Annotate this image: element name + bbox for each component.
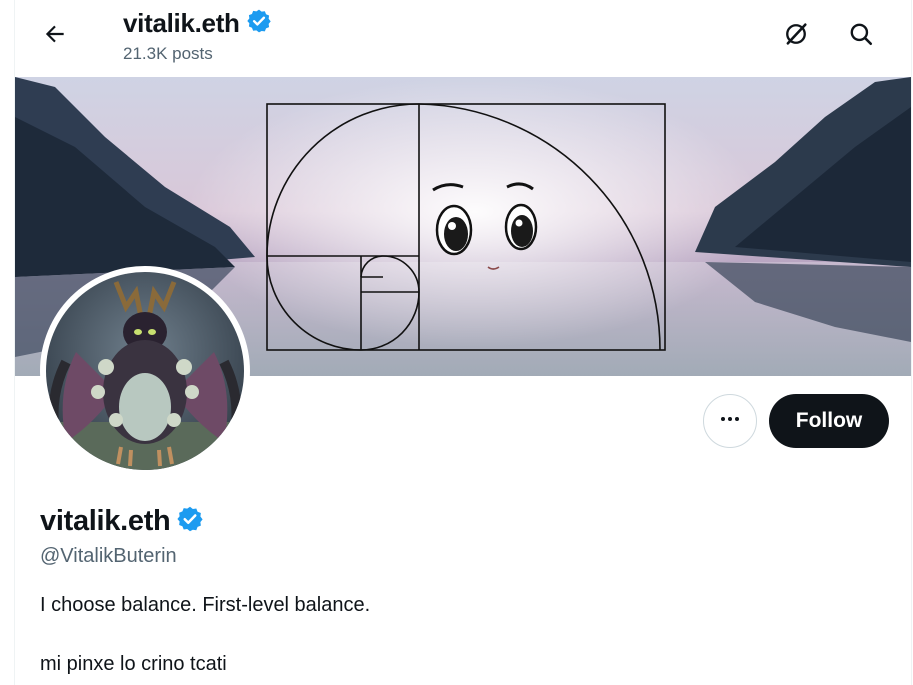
grok-icon xyxy=(782,20,810,53)
profile-handle: @VitalikButerin xyxy=(40,545,177,567)
bio-line: I choose balance. First-level balance. xyxy=(40,594,371,616)
header-title-block: vitalik.eth 21.3K posts xyxy=(123,6,272,64)
more-dots-icon xyxy=(718,407,742,436)
posts-count: 21.3K posts xyxy=(123,44,213,63)
verified-badge-icon xyxy=(246,8,272,39)
verified-badge-icon[interactable] xyxy=(176,505,204,538)
arrow-left-icon xyxy=(42,21,68,52)
profile-header: vitalik.eth 21.3K posts xyxy=(15,0,911,77)
follow-button[interactable]: Follow xyxy=(769,394,889,448)
search-icon xyxy=(848,21,874,52)
frame-divider-right xyxy=(911,0,912,685)
search-button[interactable] xyxy=(843,18,879,54)
bio-line: mi pinxe lo crino tcati xyxy=(40,653,227,675)
grok-button[interactable] xyxy=(778,18,814,54)
more-options-button[interactable] xyxy=(703,394,757,448)
avatar-image xyxy=(46,272,244,470)
header-title: vitalik.eth xyxy=(123,7,240,38)
back-button[interactable] xyxy=(37,18,73,54)
profile-avatar[interactable] xyxy=(40,266,250,476)
profile-name-row: vitalik.eth xyxy=(40,501,204,541)
profile-display-name: vitalik.eth xyxy=(40,504,171,537)
